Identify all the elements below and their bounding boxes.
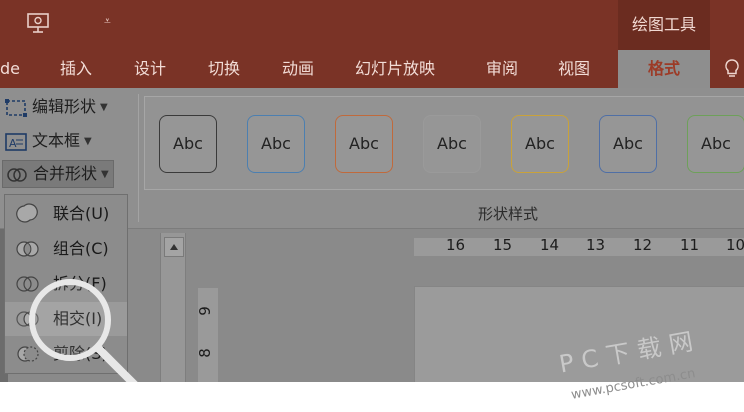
menu-item-label: 联合(U) [53,204,110,223]
ruler-tick-label: 8 [195,348,214,358]
shape-style-5[interactable]: Abc [511,115,569,173]
ruler-tick-label: 13 [586,236,606,254]
ruler-tick-label: 9 [195,306,214,316]
menu-item-combine[interactable]: 组合(C) [5,232,127,266]
merge-shapes-icon [7,167,27,182]
text-box-button[interactable]: A 文本框 ▼ [4,128,92,154]
union-icon [16,203,38,223]
merge-shapes-button[interactable]: 合并形状 ▼ [2,160,114,188]
shape-style-7[interactable]: Abc [687,115,744,173]
fragment-icon [16,276,39,292]
customize-quick-access-icon[interactable]: ⩡ [104,14,111,29]
ruler-tick-label: 11 [680,236,700,254]
group-divider [138,94,139,222]
tab-format[interactable]: 格式 [618,50,710,88]
ruler-tick-label: 14 [540,236,560,254]
combine-icon [16,241,39,257]
text-box-icon: A [5,132,27,151]
subtract-icon [17,346,39,362]
vertical-ruler: 9 8 [195,288,218,382]
tab-design[interactable]: 设计 [134,50,166,88]
shape-style-4[interactable]: Abc [423,115,481,173]
horizontal-ruler: 16 15 14 13 12 11 10 [414,236,744,256]
menu-item-intersect[interactable]: 相交(I) [5,302,127,336]
menu-item-union[interactable]: 联合(U) [5,197,127,231]
thumbnail-scrollbar[interactable] [160,233,186,382]
edit-shape-label: 编辑形状 [32,97,97,116]
slideshow-from-start-icon[interactable] [26,12,52,34]
menu-item-label: 相交(I) [53,309,103,328]
shape-style-2[interactable]: Abc [247,115,305,173]
drawing-tools-context-label: 绘图工具 [618,0,710,50]
menu-item-fragment[interactable]: 拆分(F) [5,267,127,301]
chevron-down-icon: ▼ [101,168,109,180]
triangle-up-icon [170,244,178,250]
tab-animations[interactable]: 动画 [282,50,314,88]
edit-shape-icon [5,98,27,117]
shape-style-3[interactable]: Abc [335,115,393,173]
scroll-up-button[interactable] [164,237,184,257]
title-bar: ⩡ 绘图工具 [0,0,744,50]
tab-insert[interactable]: 插入 [60,50,92,88]
shape-style-1[interactable]: Abc [159,115,217,173]
merge-shapes-menu: 联合(U) 组合(C) 拆分(F) 相交(I) 剪除(S) [4,194,128,374]
intersect-icon [16,311,39,327]
ribbon-tabs: de 插入 设计 切换 动画 幻灯片放映 审阅 视图 格式 [0,50,744,88]
powerpoint-window: ⩡ 绘图工具 de 插入 设计 切换 动画 幻灯片放映 审阅 视图 格式 编辑形… [0,0,744,382]
chevron-down-icon: ▼ [84,135,92,147]
menu-item-label: 剪除(S) [53,344,108,363]
tab-transitions[interactable]: 切换 [208,50,240,88]
tab-review[interactable]: 审阅 [486,50,518,88]
shape-styles-gallery: Abc Abc Abc Abc Abc Abc Abc [144,96,744,190]
menu-item-label: 组合(C) [53,239,109,258]
merge-shapes-label: 合并形状 [33,164,98,183]
lightbulb-icon[interactable] [722,58,742,80]
tab-view[interactable]: 视图 [558,50,590,88]
menu-item-subtract[interactable]: 剪除(S) [5,337,127,371]
ruler-tick-label: 16 [446,236,466,254]
menu-item-label: 拆分(F) [53,274,107,293]
svg-text:A: A [9,137,17,150]
chevron-down-icon: ▼ [100,101,108,113]
shape-styles-group-label: 形状样式 [478,205,539,223]
edit-shape-button[interactable]: 编辑形状 ▼ [4,94,108,120]
ruler-tick-label: 12 [633,236,653,254]
shape-style-6[interactable]: Abc [599,115,657,173]
text-box-label: 文本框 [32,131,81,150]
ruler-tick-label: 15 [493,236,513,254]
ruler-tick-label: 10 [726,236,744,254]
tab-slideshow[interactable]: 幻灯片放映 [355,50,435,88]
tab-home-partial[interactable]: de [0,50,20,88]
